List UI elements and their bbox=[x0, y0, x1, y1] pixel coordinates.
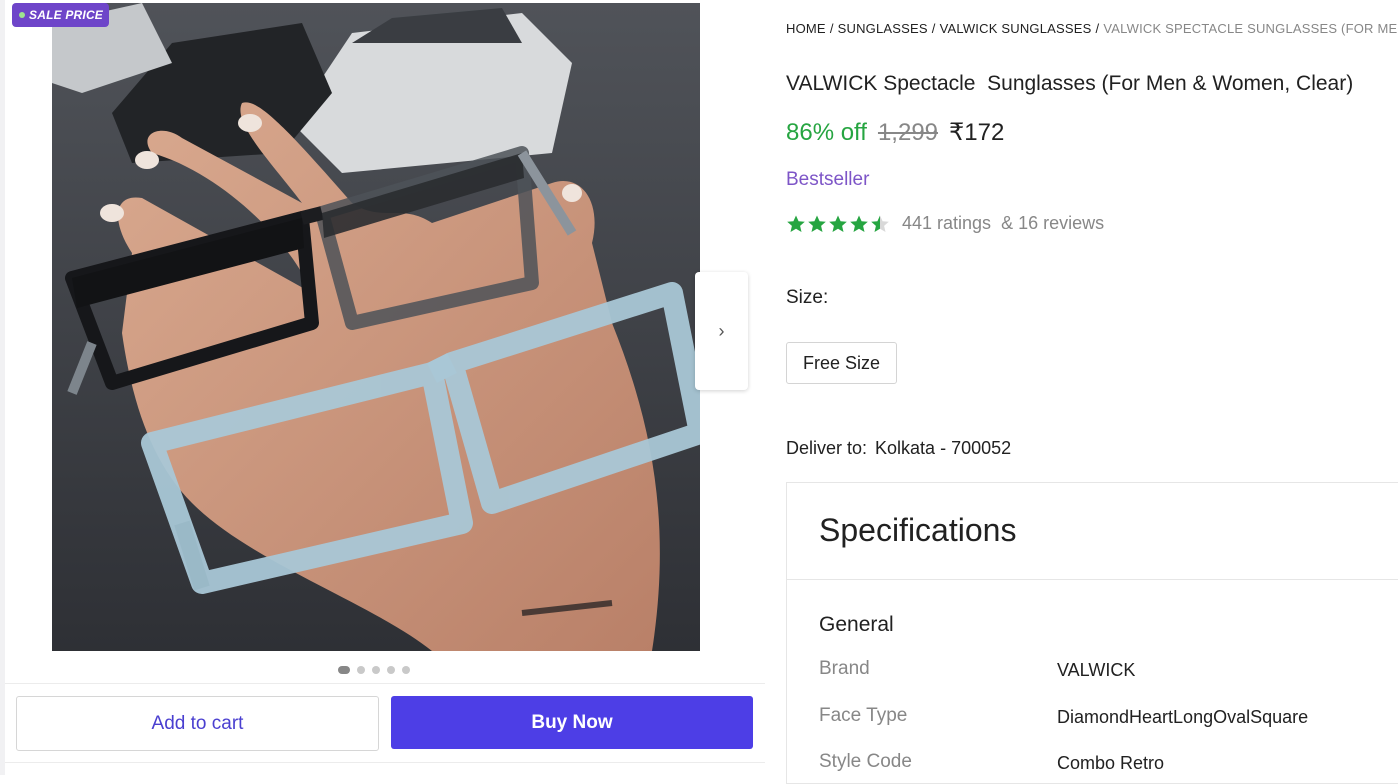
buy-now-button[interactable]: Buy Now bbox=[391, 696, 753, 749]
price-row: 86% off 1,299 ₹172 bbox=[786, 118, 1004, 147]
spec-value: DiamondHeartLongOvalSquare bbox=[1057, 707, 1309, 727]
spec-section-general: General bbox=[819, 613, 894, 636]
carousel-dot[interactable] bbox=[402, 666, 410, 674]
breadcrumb-sunglasses[interactable]: SUNGLASSES bbox=[838, 21, 928, 36]
star-rating bbox=[786, 214, 890, 234]
spec-value: Combo Retro bbox=[1057, 753, 1165, 773]
breadcrumb: HOME / SUNGLASSES / VALWICK SUNGLASSES / VALWI… bbox=[786, 21, 1398, 36]
deliver-label: Deliver to: bbox=[786, 438, 868, 458]
delivery-location[interactable]: Kolkata - 700052 bbox=[875, 438, 1011, 458]
sale-badge-label: SALE PRICE bbox=[29, 8, 104, 22]
add-to-cart-button[interactable]: Add to cart bbox=[16, 696, 379, 751]
star-icon bbox=[829, 215, 847, 232]
carousel-dot[interactable] bbox=[372, 666, 380, 674]
specifications-card: Specifications General Brand VALWICK Fac… bbox=[786, 482, 1398, 784]
next-image-button[interactable]: › bbox=[695, 272, 748, 390]
carousel-dot[interactable] bbox=[387, 666, 395, 674]
rating-row[interactable]: 441 ratings & 16 reviews bbox=[786, 213, 1104, 234]
breadcrumb-home[interactable]: HOME bbox=[786, 21, 826, 36]
size-option-free-size[interactable]: Free Size bbox=[786, 342, 898, 384]
sale-badge: SALE PRICE bbox=[12, 3, 110, 27]
selling-price: ₹172 bbox=[949, 119, 1005, 146]
bestseller-badge: Bestseller bbox=[786, 169, 870, 190]
star-icon bbox=[850, 215, 868, 232]
chevron-right-icon: › bbox=[718, 320, 725, 341]
breadcrumb-separator: / bbox=[829, 21, 834, 36]
spec-value: VALWICK bbox=[1057, 660, 1136, 680]
breadcrumb-valwick-sunglasses[interactable]: VALWICK SUNGLASSES bbox=[940, 21, 1092, 36]
original-price: 1,299 bbox=[877, 119, 939, 146]
sale-dot-icon bbox=[19, 12, 25, 18]
product-details: HOME / SUNGLASSES / VALWICK SUNGLASSES / VALWI… bbox=[786, 0, 1398, 784]
discount-percent: 86% off bbox=[786, 119, 867, 146]
product-title: VALWICK Spectacle Sunglasses (For Men & … bbox=[786, 72, 1354, 95]
image-gallery: SALE PRICE › Add to cart Buy Now bbox=[5, 0, 765, 775]
action-bar: Add to cart Buy Now bbox=[5, 683, 765, 763]
spec-key: Brand bbox=[819, 658, 870, 679]
breadcrumb-separator: / bbox=[1095, 21, 1100, 36]
star-icon bbox=[787, 215, 805, 232]
specifications-title: Specifications bbox=[819, 512, 1017, 548]
size-label: Size: bbox=[786, 287, 829, 308]
carousel-dot[interactable] bbox=[357, 666, 365, 674]
carousel-dots bbox=[338, 666, 410, 674]
specifications-header: Specifications bbox=[787, 483, 1398, 580]
delivery-info: Deliver to: Kolkata - 700052 bbox=[786, 438, 1011, 459]
product-image[interactable] bbox=[52, 3, 700, 651]
product-photo-illustration bbox=[52, 3, 700, 651]
breadcrumb-current: VALWICK SPECTACLE SUNGLASSES (FOR MEN & … bbox=[1103, 21, 1398, 36]
breadcrumb-separator: / bbox=[931, 21, 936, 36]
carousel-dot[interactable] bbox=[338, 666, 350, 674]
reviews-count[interactable]: & 16 reviews bbox=[1001, 213, 1104, 234]
star-icon bbox=[871, 215, 889, 232]
spec-key: Face Type bbox=[819, 705, 908, 726]
spec-key: Style Code bbox=[819, 751, 912, 772]
star-icon bbox=[808, 215, 826, 232]
ratings-count[interactable]: 441 ratings bbox=[902, 213, 991, 234]
